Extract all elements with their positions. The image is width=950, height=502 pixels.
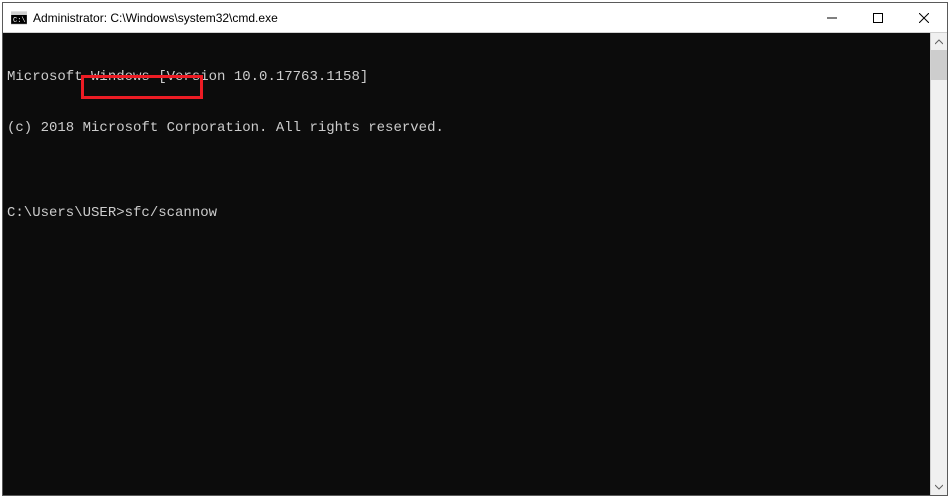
- window-controls: [809, 3, 947, 32]
- minimize-button[interactable]: [809, 3, 855, 32]
- close-button[interactable]: [901, 3, 947, 32]
- chevron-up-icon: [935, 38, 943, 46]
- copyright-line: (c) 2018 Microsoft Corporation. All righ…: [7, 120, 926, 137]
- version-line: Microsoft Windows [Version 10.0.17763.11…: [7, 69, 926, 86]
- cmd-icon: C:\: [11, 10, 27, 26]
- window-title: Administrator: C:\Windows\system32\cmd.e…: [33, 11, 809, 25]
- scroll-down-button[interactable]: [931, 478, 947, 495]
- vertical-scrollbar[interactable]: [930, 33, 947, 495]
- maximize-button[interactable]: [855, 3, 901, 32]
- scroll-thumb[interactable]: [931, 50, 947, 80]
- cmd-window: C:\ Administrator: C:\Windows\system32\c…: [2, 2, 948, 496]
- terminal-output[interactable]: Microsoft Windows [Version 10.0.17763.11…: [3, 33, 930, 495]
- chevron-down-icon: [935, 483, 943, 491]
- prompt-path: C:\Users\USER>: [7, 205, 125, 222]
- scroll-up-button[interactable]: [931, 33, 947, 50]
- minimize-icon: [827, 13, 837, 23]
- svg-text:C:\: C:\: [13, 17, 26, 25]
- close-icon: [919, 13, 929, 23]
- titlebar[interactable]: C:\ Administrator: C:\Windows\system32\c…: [3, 3, 947, 33]
- maximize-icon: [873, 13, 883, 23]
- scroll-track[interactable]: [931, 50, 947, 478]
- client-area: Microsoft Windows [Version 10.0.17763.11…: [3, 33, 947, 495]
- prompt-line: C:\Users\USER>sfc/scannow: [7, 205, 926, 222]
- typed-command: sfc/scannow: [125, 205, 217, 222]
